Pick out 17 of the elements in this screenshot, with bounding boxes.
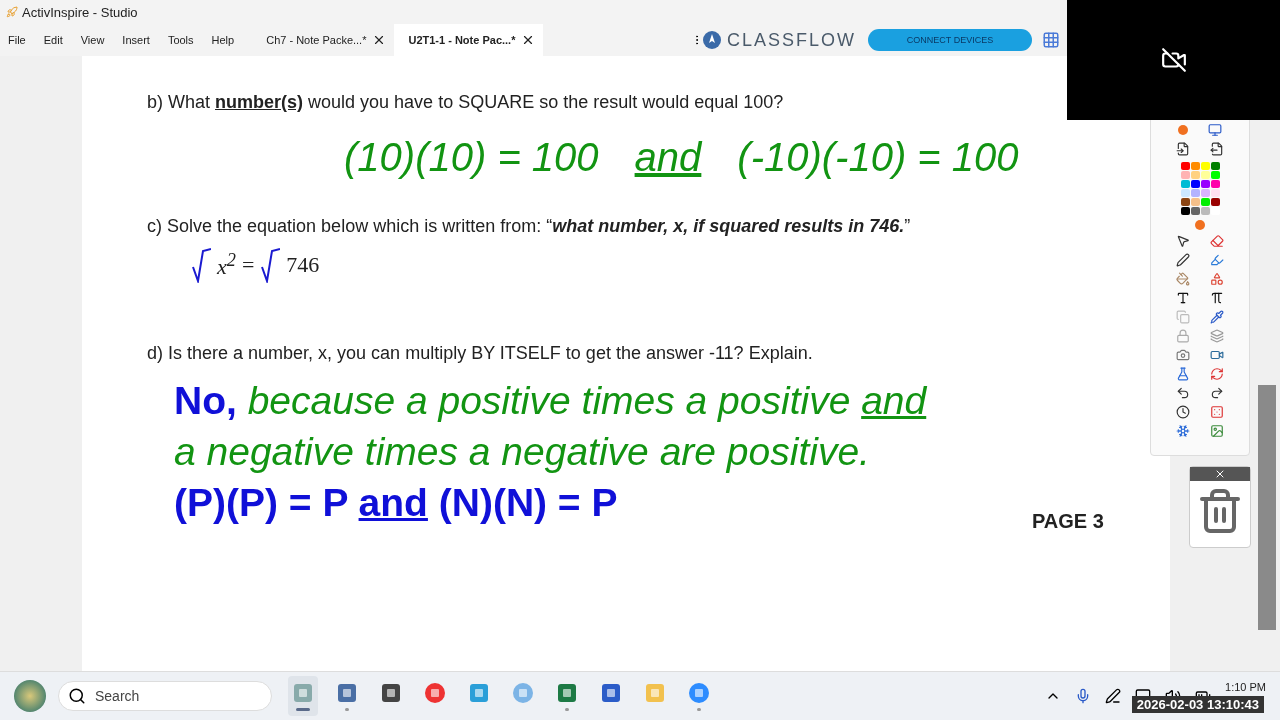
handwritten-answer: (10)(10) = 100 <box>344 135 599 180</box>
handwritten-answer: No, because a positive times a positive and <box>174 378 927 423</box>
handwritten-answer: a negative times a negative are positive. <box>174 429 870 474</box>
window-title: ActivInspire - Studio <box>22 4 138 20</box>
equals-sign: = <box>241 252 255 278</box>
equation-term: 746 <box>286 252 320 278</box>
question-text: b) What number(s) would you have to SQUARE so the result would equal 100? <box>147 92 785 113</box>
question-text: d) Is there a number, x, you can multiply BY ITSELF to get the answer -11? Explain. <box>147 343 814 364</box>
question-text: c) Solve the equation below which is written from: “what number, x, if squared results in 746.” <box>147 216 912 237</box>
classflow-logo: CLASSFLOW <box>726 29 856 51</box>
equation-term: x$^{2}$ <box>217 249 236 281</box>
handwritten-answer: (P)(P) = P and (N)(N) = P <box>174 480 618 525</box>
timestamp-overlay: 2026-02-03 13:10:43 <box>1131 696 1264 713</box>
handwritten-answer: (-10)(-10) = 100 <box>737 135 1019 180</box>
handwritten-answer: and <box>634 135 702 180</box>
page-number: PAGE 3 <box>1032 510 1104 533</box>
clock-time: 1:10 PM <box>1225 681 1266 693</box>
